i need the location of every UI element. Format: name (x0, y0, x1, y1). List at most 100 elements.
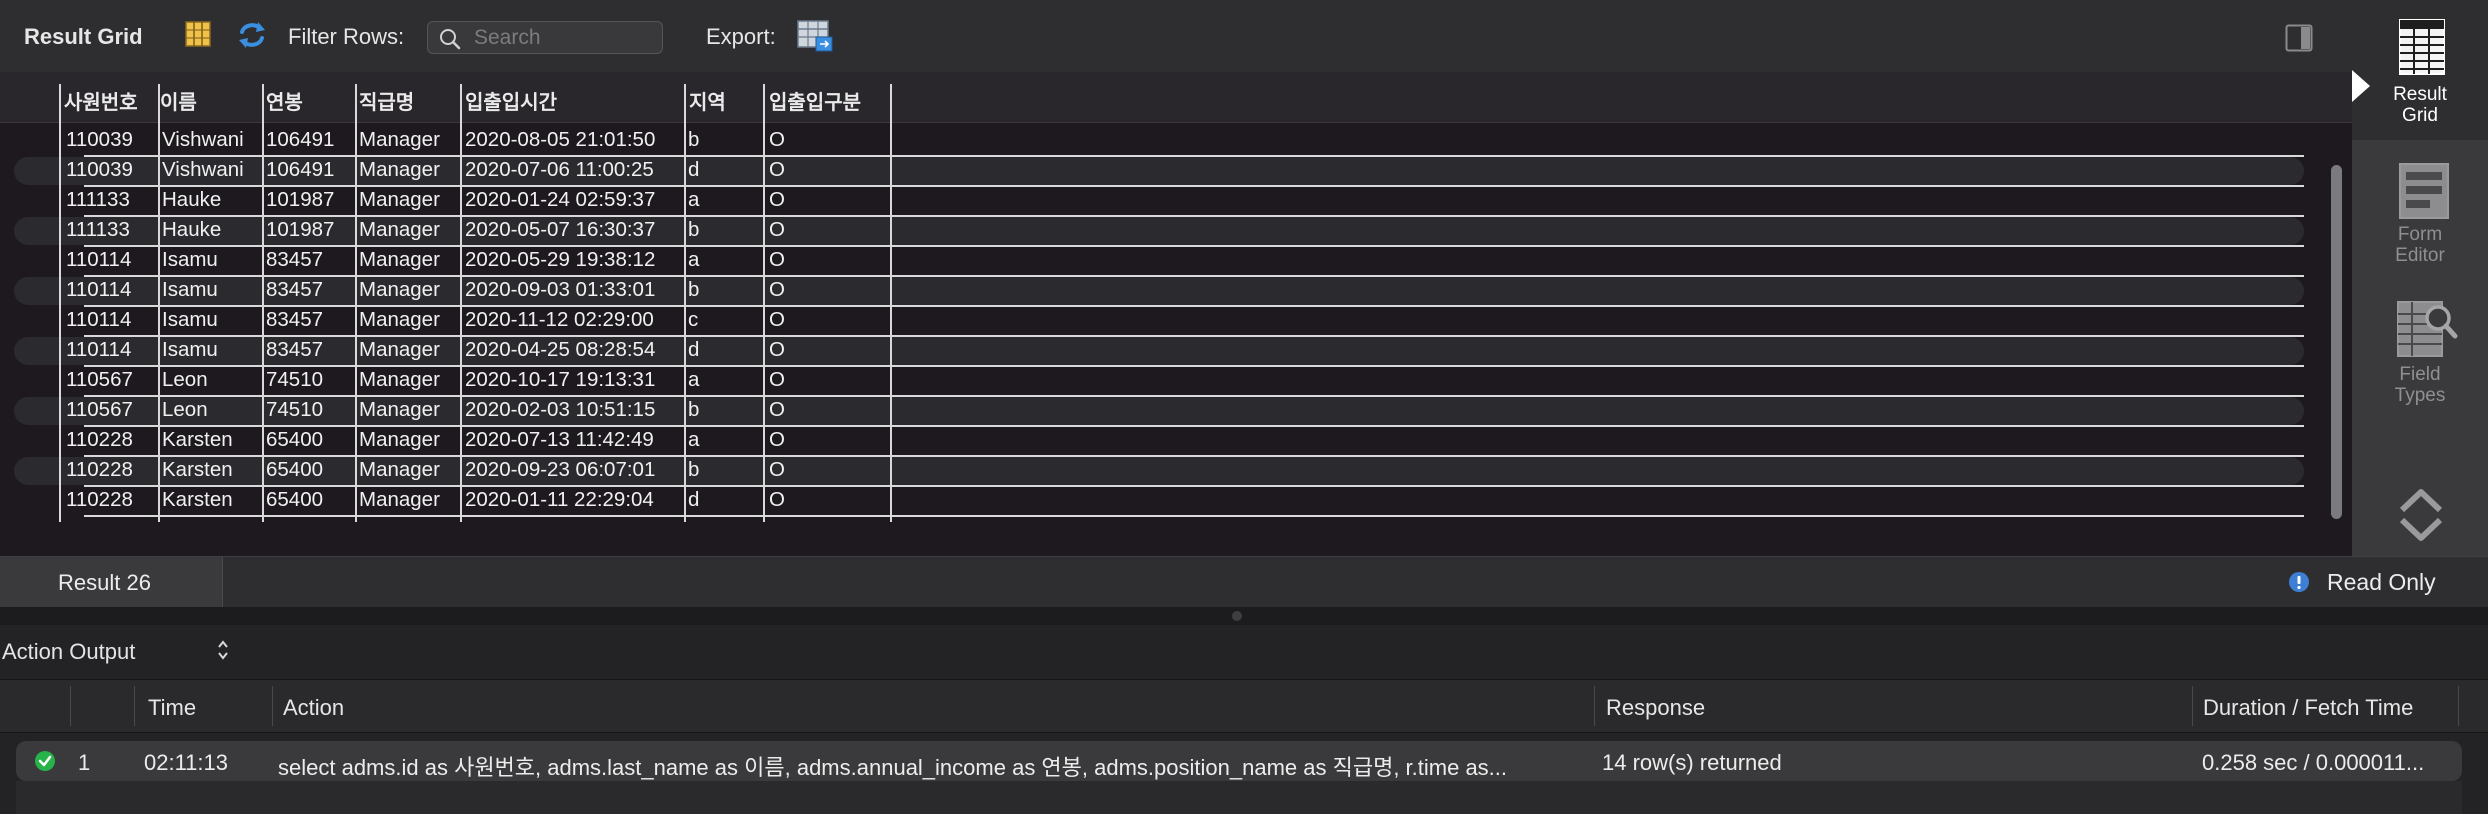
cell-region[interactable]: b (688, 218, 699, 242)
search-input[interactable] (472, 25, 656, 51)
column-header-duration[interactable]: Duration / Fetch Time (2203, 695, 2413, 721)
refresh-icon[interactable] (236, 20, 268, 50)
cell-salary[interactable]: 83457 (266, 308, 323, 332)
table-row[interactable] (14, 397, 2304, 427)
cell-employee-id[interactable]: 110228 (66, 428, 133, 452)
cell-name[interactable]: Isamu (162, 308, 218, 332)
table-row[interactable] (14, 337, 2304, 367)
column-divider[interactable] (59, 84, 61, 522)
cell-access-time[interactable]: 2020-01-24 02:59:37 (465, 188, 655, 212)
cell-access-time[interactable]: 2020-05-29 19:38:12 (465, 248, 655, 272)
cell-access-time[interactable]: 2020-09-03 01:33:01 (465, 278, 655, 302)
cell-employee-id[interactable]: 110228 (66, 458, 133, 482)
cell-position[interactable]: Manager (359, 368, 440, 392)
cell-employee-id[interactable]: 111133 (66, 188, 130, 212)
cell-name[interactable]: Karsten (162, 458, 233, 482)
cell-access-time[interactable]: 2020-09-23 06:07:01 (465, 458, 655, 482)
cell-name[interactable]: Isamu (162, 248, 218, 272)
table-row[interactable] (14, 367, 2304, 397)
cell-employee-id[interactable]: 110114 (66, 248, 131, 272)
field-types-view-button[interactable]: Field Types (2352, 290, 2488, 420)
cell-name[interactable]: Hauke (162, 218, 221, 242)
select-arrows-icon[interactable] (216, 639, 230, 661)
column-header-employee-id[interactable]: 사원번호 (64, 86, 138, 115)
cell-region[interactable]: b (688, 278, 699, 302)
cell-region[interactable]: d (688, 488, 699, 512)
cell-access-type[interactable]: O (769, 488, 785, 512)
column-header-time[interactable]: Time (148, 695, 196, 721)
cell-salary[interactable]: 83457 (266, 248, 323, 272)
column-header-position[interactable]: 직급명 (359, 86, 414, 115)
cell-access-type[interactable]: O (769, 338, 785, 362)
cell-access-time[interactable]: 2020-05-07 16:30:37 (465, 218, 655, 242)
table-row[interactable] (14, 157, 2304, 187)
cell-position[interactable]: Manager (359, 158, 440, 182)
cell-access-type[interactable]: O (769, 158, 785, 182)
cell-name[interactable]: Karsten (162, 488, 233, 512)
tab-result-26[interactable]: Result 26 (0, 557, 223, 607)
cell-position[interactable]: Manager (359, 218, 440, 242)
form-editor-view-button[interactable]: Form Editor (2352, 148, 2488, 278)
cell-region[interactable]: a (688, 428, 699, 452)
column-divider[interactable] (158, 84, 160, 522)
cell-name[interactable]: Leon (162, 398, 208, 422)
cell-employee-id[interactable]: 110567 (66, 398, 133, 422)
cell-employee-id[interactable]: 111133 (66, 218, 130, 242)
export-icon[interactable] (796, 19, 834, 53)
cell-region[interactable]: a (688, 248, 699, 272)
cell-name[interactable]: Karsten (162, 428, 233, 452)
cell-name[interactable]: Hauke (162, 188, 221, 212)
grid-scrollbar-thumb[interactable] (2331, 165, 2342, 519)
cell-employee-id[interactable]: 110567 (66, 368, 133, 392)
cell-access-time[interactable]: 2020-02-03 10:51:15 (465, 398, 655, 422)
cell-employee-id[interactable]: 110228 (66, 488, 133, 512)
column-divider[interactable] (70, 686, 71, 726)
cell-region[interactable]: b (688, 458, 699, 482)
cell-access-type[interactable]: O (769, 428, 785, 452)
column-divider[interactable] (355, 84, 357, 522)
cell-salary[interactable]: 65400 (266, 458, 323, 482)
toggle-side-panel-icon[interactable] (2285, 24, 2313, 52)
cell-name[interactable]: Leon (162, 368, 208, 392)
cell-access-type[interactable]: O (769, 218, 785, 242)
cell-salary[interactable]: 83457 (266, 278, 323, 302)
action-output-row[interactable]: 1 02:11:13 select adms.id as 사원번호, adms.… (16, 741, 2462, 781)
column-header-region[interactable]: 지역 (689, 86, 726, 115)
column-divider[interactable] (684, 84, 686, 522)
table-row[interactable] (14, 487, 2304, 517)
column-divider[interactable] (890, 84, 892, 522)
cell-position[interactable]: Manager (359, 338, 440, 362)
cell-access-type[interactable]: O (769, 278, 785, 302)
cell-name[interactable]: Isamu (162, 338, 218, 362)
cell-region[interactable]: b (688, 398, 699, 422)
cell-employee-id[interactable]: 110114 (66, 278, 131, 302)
cell-access-type[interactable]: O (769, 248, 785, 272)
cell-salary[interactable]: 106491 (266, 158, 334, 182)
cell-position[interactable]: Manager (359, 128, 440, 152)
cell-salary[interactable]: 65400 (266, 428, 323, 452)
column-header-salary[interactable]: 연봉 (266, 86, 303, 115)
column-header-access-time[interactable]: 입출입시간 (465, 86, 557, 115)
cell-access-time[interactable]: 2020-07-06 11:00:25 (465, 158, 654, 182)
cell-position[interactable]: Manager (359, 188, 440, 212)
cell-access-time[interactable]: 2020-08-05 21:01:50 (465, 128, 655, 152)
action-output-select[interactable]: Action Output (2, 639, 135, 665)
column-divider[interactable] (134, 686, 135, 726)
cell-position[interactable]: Manager (359, 488, 440, 512)
cell-salary[interactable]: 74510 (266, 368, 323, 392)
table-row[interactable] (14, 247, 2304, 277)
cell-name[interactable]: Vishwani (162, 158, 244, 182)
column-divider[interactable] (2458, 686, 2459, 726)
cell-access-time[interactable]: 2020-11-12 02:29:00 (465, 308, 654, 332)
cell-salary[interactable]: 106491 (266, 128, 334, 152)
table-row[interactable] (14, 277, 2304, 307)
cell-access-type[interactable]: O (769, 458, 785, 482)
cell-position[interactable]: Manager (359, 458, 440, 482)
column-divider[interactable] (2192, 686, 2193, 726)
cell-region[interactable]: a (688, 188, 699, 212)
column-divider[interactable] (272, 686, 273, 726)
table-row[interactable] (14, 217, 2304, 247)
cell-access-type[interactable]: O (769, 398, 785, 422)
table-row[interactable] (14, 457, 2304, 487)
cell-salary[interactable]: 101987 (266, 188, 334, 212)
